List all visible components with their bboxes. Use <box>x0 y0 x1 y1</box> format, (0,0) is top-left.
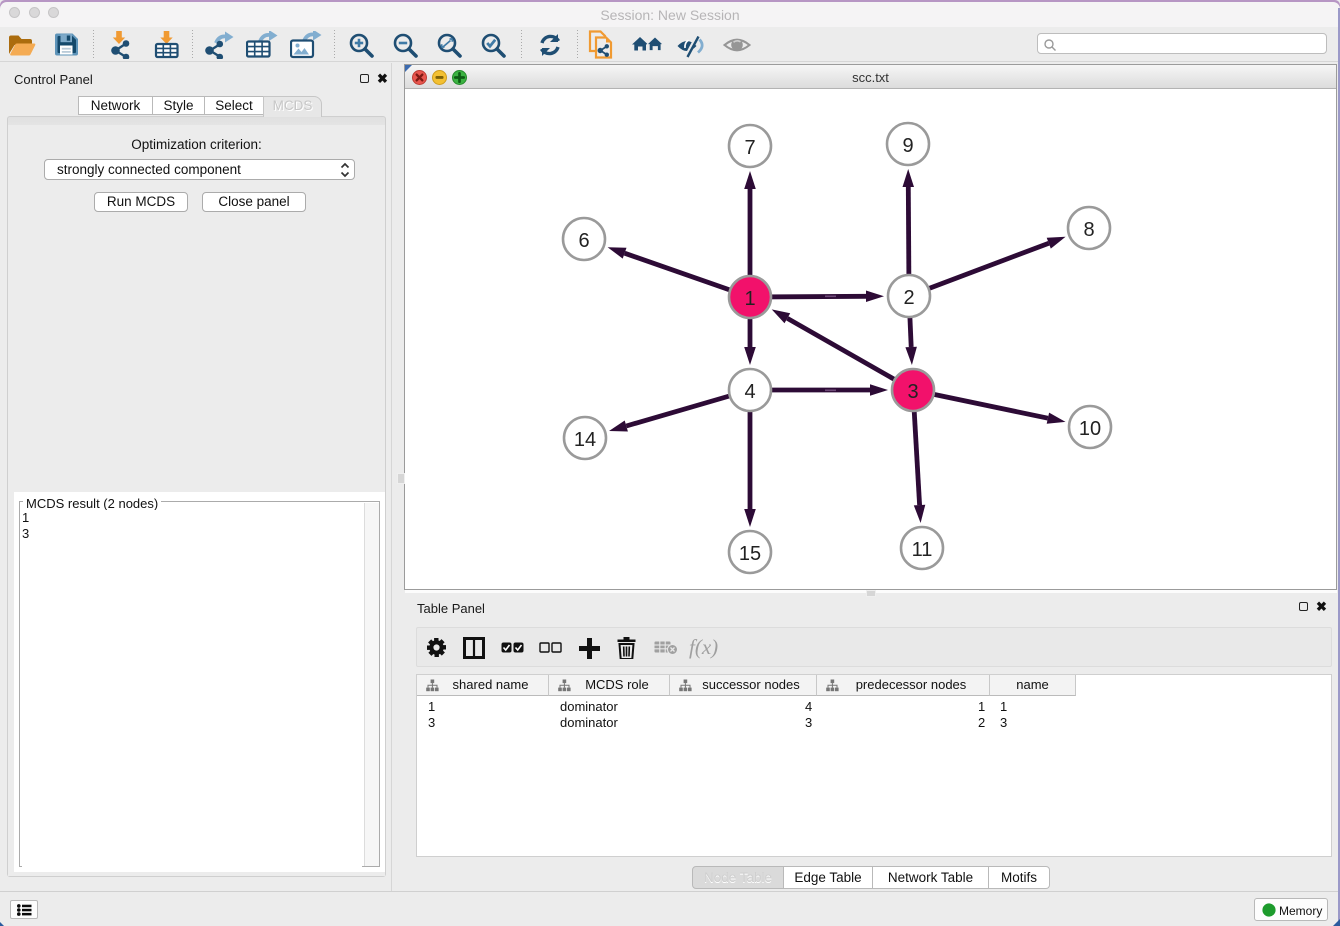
svg-text:14: 14 <box>574 429 596 451</box>
svg-text:15: 15 <box>739 543 761 565</box>
svg-text:9: 9 <box>902 135 913 157</box>
svg-text:3: 3 <box>907 381 918 403</box>
svg-text:11: 11 <box>912 539 933 561</box>
svg-text:4: 4 <box>744 381 755 403</box>
svg-text:6: 6 <box>578 230 589 252</box>
svg-text:8: 8 <box>1083 219 1094 241</box>
svg-text:2: 2 <box>903 287 914 309</box>
svg-text:10: 10 <box>1079 418 1101 440</box>
svg-text:7: 7 <box>744 137 755 159</box>
svg-text:1: 1 <box>744 288 755 310</box>
